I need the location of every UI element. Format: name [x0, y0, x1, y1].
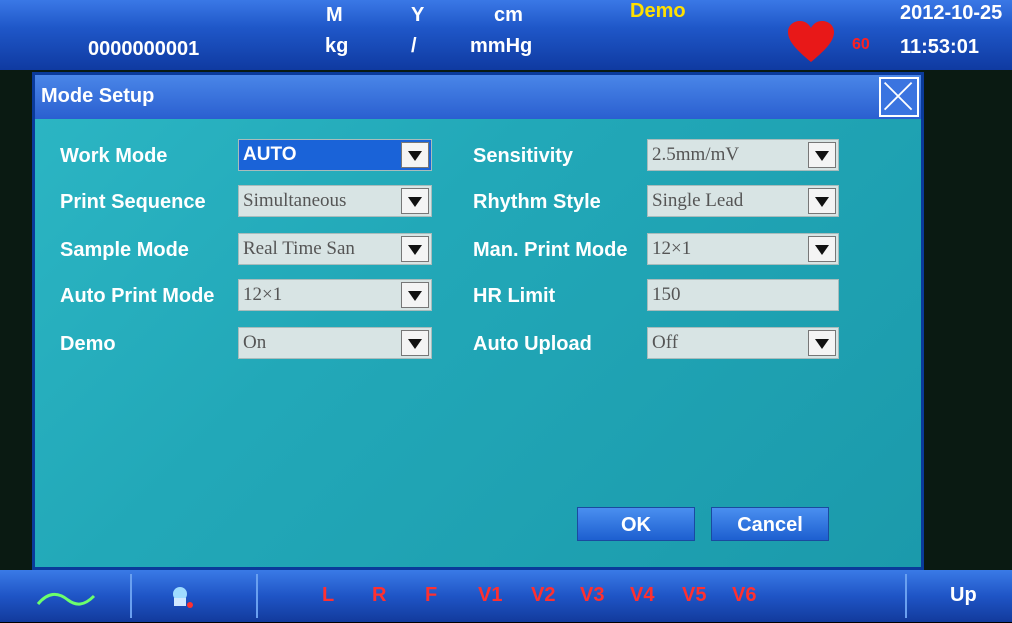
age-unit: Y: [411, 4, 425, 26]
auto-print-mode-value: 12×1: [243, 284, 283, 305]
demo-label: Demo: [60, 333, 116, 355]
chevron-down-icon[interactable]: [401, 330, 429, 356]
dialog-title-bar: Mode Setup: [35, 75, 921, 119]
divider: [130, 574, 132, 618]
sensitivity-select[interactable]: 2.5mm/mV: [647, 139, 839, 171]
sample-mode-value: Real Time San: [243, 238, 355, 259]
auto-upload-label: Auto Upload: [473, 333, 592, 355]
electrode-button[interactable]: [140, 574, 250, 618]
hr-limit-label: HR Limit: [473, 285, 556, 307]
sample-mode-label: Sample Mode: [60, 239, 189, 261]
demo-indicator: Demo: [630, 0, 686, 22]
work-mode-value: AUTO: [243, 144, 297, 165]
hr-limit-input[interactable]: 150: [647, 279, 839, 311]
chevron-down-icon[interactable]: [808, 330, 836, 356]
lead-label: R: [372, 584, 387, 606]
lead-label: V1: [478, 584, 503, 606]
chevron-down-icon[interactable]: [401, 236, 429, 262]
auto-print-mode-select[interactable]: 12×1: [238, 279, 432, 311]
rhythm-style-select[interactable]: Single Lead: [647, 185, 839, 217]
dialog-title: Mode Setup: [41, 85, 155, 107]
divider: [256, 574, 258, 618]
man-print-mode-value: 12×1: [652, 238, 692, 259]
lead-label: V6: [732, 584, 757, 606]
heart-icon: [788, 21, 834, 62]
print-sequence-select[interactable]: Simultaneous: [238, 185, 432, 217]
divider: [905, 574, 907, 618]
height-unit: cm: [494, 4, 523, 26]
chevron-down-icon[interactable]: [808, 236, 836, 262]
lead-label: V3: [580, 584, 605, 606]
chevron-down-icon[interactable]: [808, 188, 836, 214]
chevron-down-icon[interactable]: [401, 142, 429, 168]
time: 11:53:01: [900, 36, 979, 58]
waveform-button[interactable]: [10, 574, 128, 618]
heart-rate: 60: [852, 36, 870, 53]
work-mode-label: Work Mode: [60, 145, 168, 167]
chevron-down-icon[interactable]: [808, 142, 836, 168]
lead-label: L: [322, 584, 335, 606]
auto-upload-value: Off: [652, 332, 679, 353]
rhythm-style-value: Single Lead: [652, 190, 744, 211]
man-print-mode-label: Man. Print Mode: [473, 239, 628, 261]
cancel-button[interactable]: Cancel: [711, 507, 829, 541]
print-sequence-label: Print Sequence: [60, 191, 206, 213]
chevron-down-icon[interactable]: [401, 282, 429, 308]
status-bar: 0000000001 M Y cm Demo kg / mmHg 60 2012…: [0, 0, 1012, 70]
rhythm-style-label: Rhythm Style: [473, 191, 601, 213]
lead-label: V2: [531, 584, 556, 606]
auto-upload-select[interactable]: Off: [647, 327, 839, 359]
sensitivity-value: 2.5mm/mV: [652, 144, 740, 165]
ok-button[interactable]: OK: [577, 507, 695, 541]
work-mode-select[interactable]: AUTO: [238, 139, 432, 171]
chevron-down-icon[interactable]: [401, 188, 429, 214]
lead-label: F: [425, 584, 438, 606]
waveform-icon: [36, 593, 96, 606]
auto-print-mode-label: Auto Print Mode: [60, 285, 215, 307]
demo-value: On: [243, 332, 267, 353]
electrode-icon: [173, 587, 193, 608]
bp-unit: mmHg: [470, 35, 533, 57]
lead-label: V5: [682, 584, 707, 606]
man-print-mode-select[interactable]: 12×1: [647, 233, 839, 265]
lead-label: V4: [630, 584, 655, 606]
close-icon: [883, 81, 913, 111]
patient-id: 0000000001: [88, 38, 200, 60]
sensitivity-label: Sensitivity: [473, 145, 574, 167]
up-button[interactable]: Up: [950, 584, 977, 607]
print-sequence-value: Simultaneous: [243, 190, 347, 211]
close-button[interactable]: [879, 77, 919, 117]
separator: /: [411, 35, 417, 57]
bottom-toolbar: L R F V1 V2 V3 V4 V5 V6 Up: [0, 570, 1012, 622]
demo-select[interactable]: On: [238, 327, 432, 359]
sample-mode-select[interactable]: Real Time San: [238, 233, 432, 265]
date: 2012-10-25: [900, 2, 1003, 24]
mode-setup-dialog: Mode Setup Work Mode AUTO Print Sequence…: [32, 72, 924, 570]
weight-unit: kg: [325, 35, 349, 57]
hr-limit-value: 150: [652, 284, 681, 305]
gender: M: [326, 4, 343, 26]
